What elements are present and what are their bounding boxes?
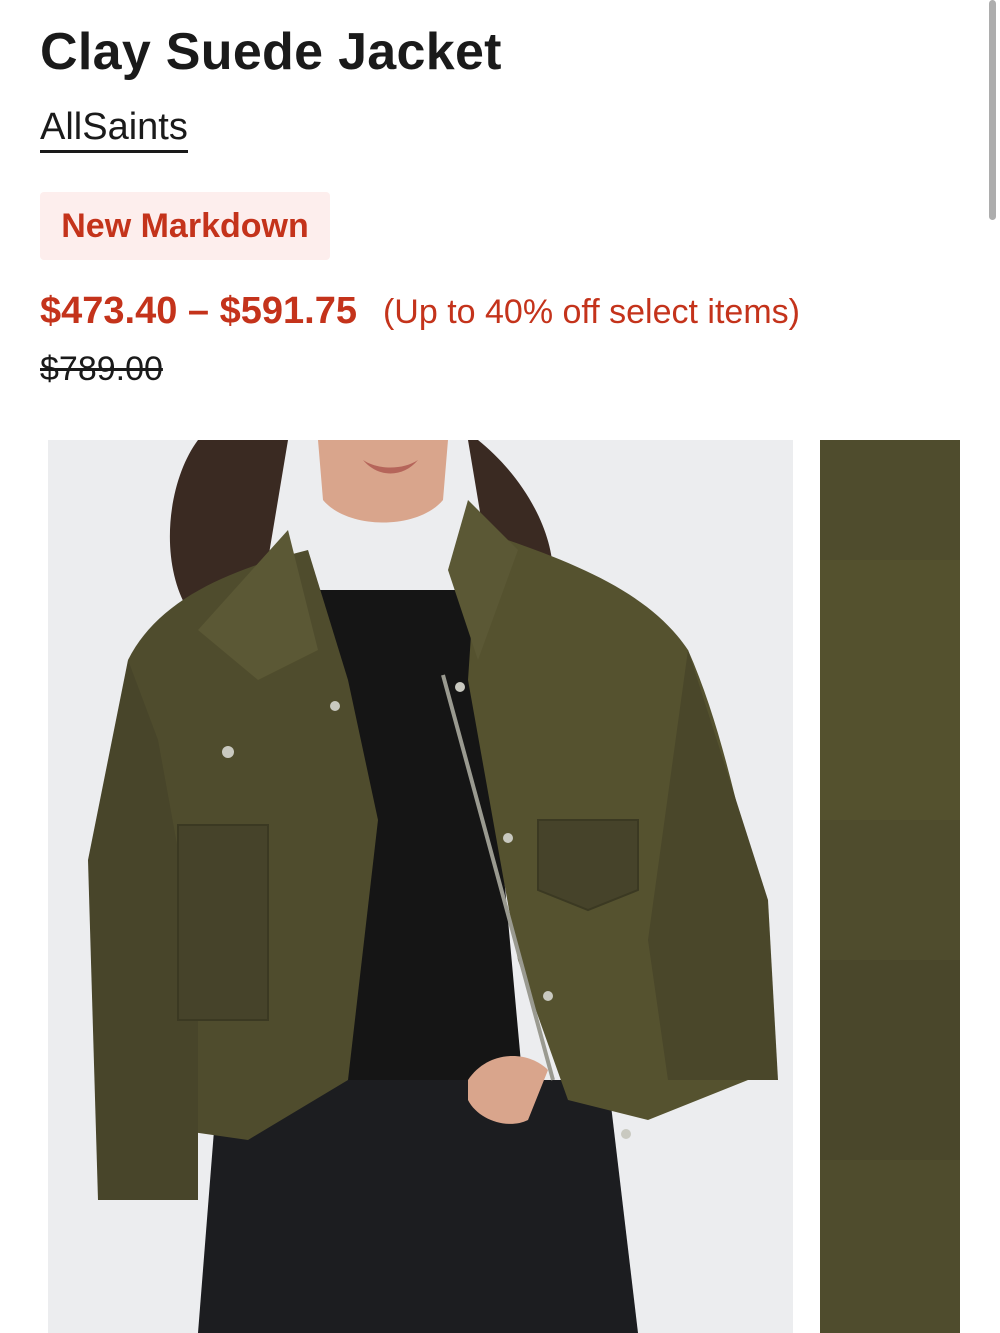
suede-texture-illustration (820, 440, 960, 1333)
product-photo-main[interactable] (48, 440, 793, 1333)
image-gallery[interactable] (48, 440, 1000, 1333)
original-price: $789.00 (40, 350, 163, 388)
brand-link[interactable]: AllSaints (40, 108, 188, 153)
discount-note: (Up to 40% off select items) (382, 293, 800, 331)
page-scrollbar[interactable] (989, 0, 996, 220)
product-page: Clay Suede Jacket AllSaints New Markdown… (0, 0, 1000, 1333)
jacket-model-illustration (48, 440, 793, 1333)
price-row: $473.40 – $591.75 (Up to 40% off select … (40, 290, 800, 333)
sale-price-range: $473.40 – $591.75 (40, 290, 357, 332)
product-title: Clay Suede Jacket (40, 23, 502, 81)
product-photo-detail[interactable] (820, 440, 960, 1333)
markdown-badge-label: New Markdown (61, 206, 309, 245)
markdown-badge: New Markdown (40, 192, 330, 260)
